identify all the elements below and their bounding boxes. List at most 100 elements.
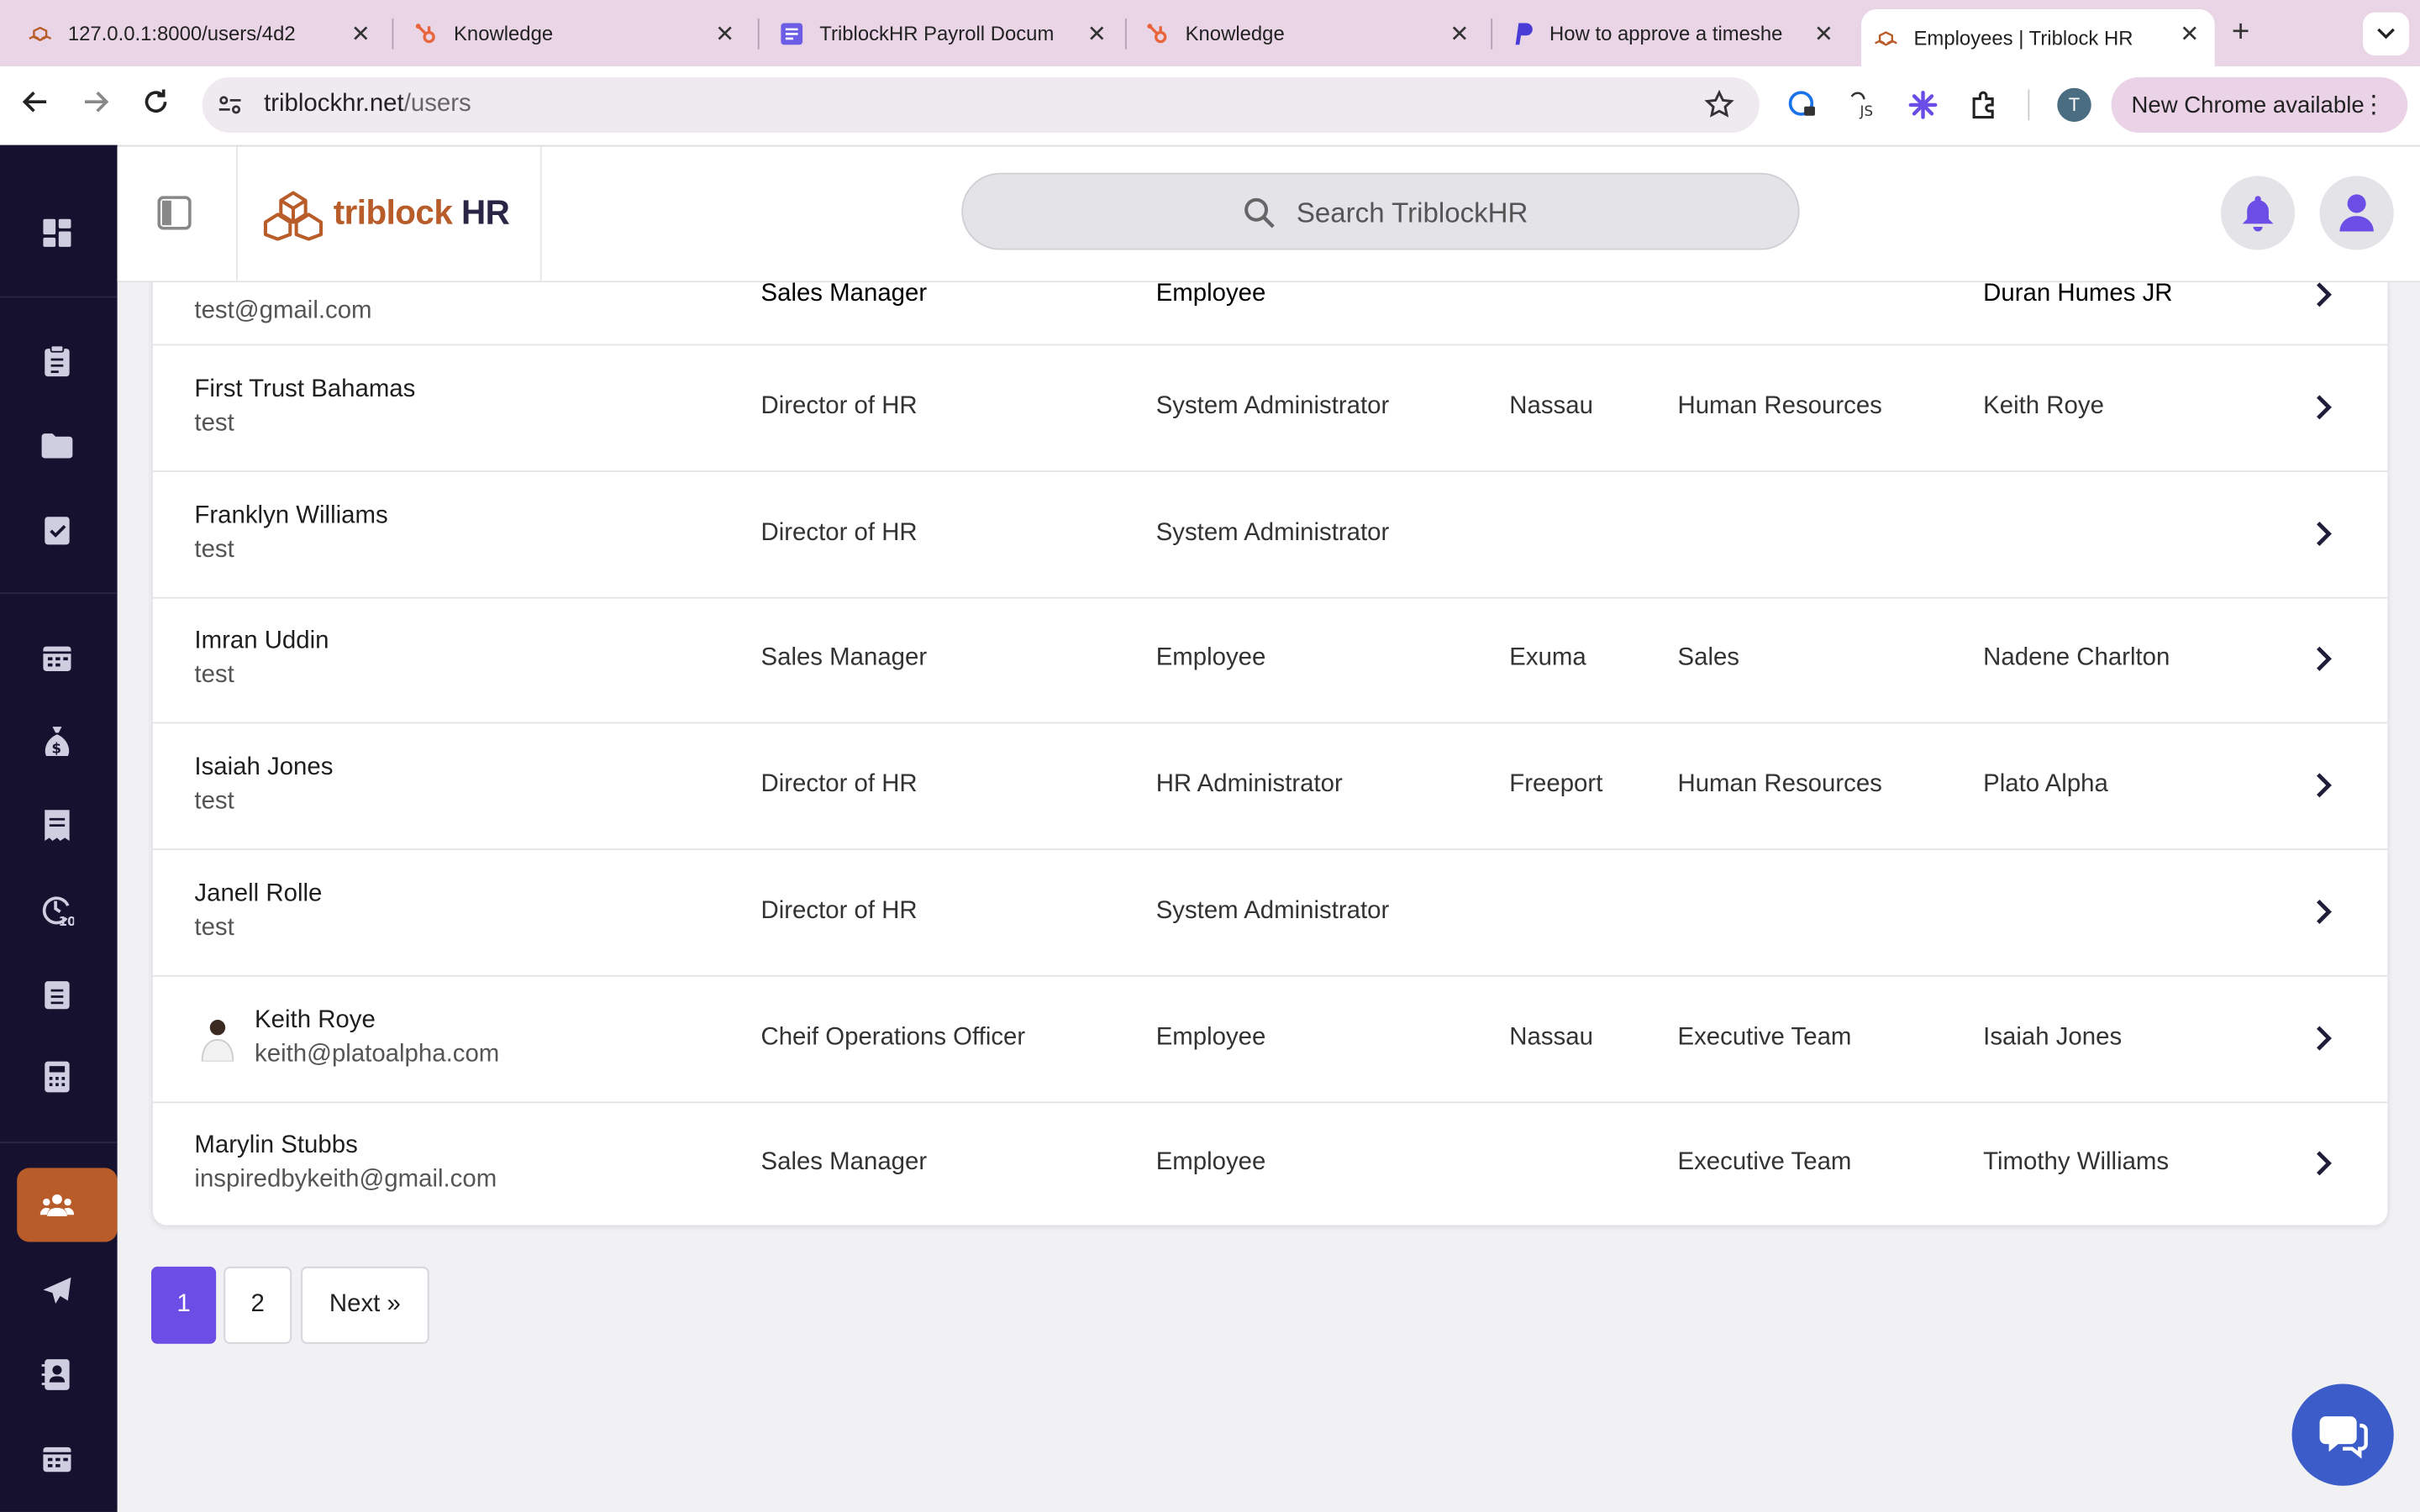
new-chrome-available-button[interactable]: New Chrome available ⋮ <box>2111 76 2408 133</box>
browser-tab[interactable]: Knowledge ✕ <box>413 0 750 66</box>
dashboard-icon[interactable] <box>40 216 74 249</box>
job-title: Sales Manager <box>760 644 928 671</box>
calculator-icon[interactable] <box>40 1060 74 1094</box>
table-row[interactable]: Janell Rolle test Director of HR System Adm… <box>152 850 2388 977</box>
folder-icon[interactable] <box>40 429 74 463</box>
user-role: System Administrator <box>1155 519 1390 547</box>
sidebar-divider <box>0 1142 118 1143</box>
close-tab-icon[interactable]: ✕ <box>1814 20 1833 48</box>
page-1-button[interactable]: 1 <box>150 1266 217 1344</box>
triblock-logo-icon <box>1874 25 1898 50</box>
job-title: Director of HR <box>760 771 918 798</box>
close-tab-icon[interactable]: ✕ <box>351 20 371 48</box>
asterisk-extension-icon[interactable] <box>1907 90 1939 121</box>
employee-name[interactable]: Franklyn Williams <box>194 503 387 531</box>
logo-wordmark: triblock HR <box>333 192 510 232</box>
browser-tab[interactable]: 127.0.0.1:8000/users/4d2 ✕ <box>28 0 386 66</box>
bookmark-star-icon[interactable] <box>1704 89 1735 129</box>
money-bag-icon[interactable]: $ <box>40 725 74 759</box>
url-text: triblockhr.net/users <box>264 91 471 118</box>
clipboard-check-icon[interactable] <box>40 512 74 546</box>
users-group-icon[interactable] <box>39 1188 75 1221</box>
employee-name[interactable]: Marylin Stubbs <box>194 1132 357 1160</box>
user-role: Employee <box>1155 1024 1266 1051</box>
employee-email: inspiredbykeith@gmail.com <box>194 1166 497 1193</box>
manager-name: Nadene Charlton <box>1983 644 2170 671</box>
employee-name[interactable]: Imran Uddin <box>194 628 329 656</box>
more-options-icon[interactable]: ⋮ <box>2361 90 2386 121</box>
next-page-button[interactable]: Next » <box>301 1266 429 1344</box>
notifications-button[interactable] <box>2221 176 2296 250</box>
table-row[interactable]: Keith Roye keith@platoalpha.com Cheif Oper… <box>152 977 2388 1104</box>
sidebar-toggle-button[interactable] <box>157 196 192 230</box>
plane-icon[interactable] <box>40 1274 74 1308</box>
triblock-hr-logo[interactable]: triblock HR <box>262 184 510 243</box>
table-row[interactable]: Imran Uddin test Sales Manager Employee Exum… <box>152 597 2388 724</box>
site-info-icon[interactable] <box>218 92 242 125</box>
employee-email: test <box>194 661 234 689</box>
bell-icon <box>2242 196 2274 232</box>
new-tab-button[interactable]: + <box>2232 15 2249 50</box>
browser-tab[interactable]: Knowledge ✕ <box>1145 0 1485 66</box>
chevron-right-icon[interactable] <box>2313 282 2335 307</box>
forward-button[interactable] <box>82 88 109 123</box>
lock-extension-icon[interactable] <box>1787 90 1818 121</box>
search-input[interactable]: Search TriblockHR <box>961 172 1800 250</box>
chat-bubble-icon <box>2319 1416 2368 1459</box>
chevron-right-icon[interactable] <box>2313 646 2335 671</box>
chat-widget-button[interactable] <box>2291 1383 2394 1486</box>
reload-button[interactable] <box>142 88 170 123</box>
employee-name[interactable]: Keith Roye <box>255 1007 376 1035</box>
back-button[interactable] <box>22 88 50 123</box>
calendar-alt-icon[interactable] <box>40 1441 74 1474</box>
js-extension-icon[interactable]: JS <box>1848 90 1879 121</box>
user-menu-button[interactable] <box>2319 176 2394 250</box>
table-row[interactable]: First Trust Bahamas test Director of HR Sys… <box>152 345 2388 473</box>
sidebar-divider <box>0 296 118 298</box>
manager-name: Plato Alpha <box>1983 771 2108 798</box>
tab-search-button[interactable] <box>2362 12 2410 56</box>
hubspot-icon <box>413 21 438 45</box>
table-row[interactable]: test@gmail.com Sales Manager Employee Du… <box>152 281 2388 346</box>
sidebar-divider <box>0 592 118 595</box>
department: Sales <box>1677 644 1740 671</box>
time-history-icon[interactable]: 10 <box>40 893 74 927</box>
chevron-right-icon[interactable] <box>2313 899 2335 925</box>
manager-name: Keith Roye <box>1983 393 2104 420</box>
address-bar[interactable]: triblockhr.net/users <box>202 76 1760 133</box>
user-role: System Administrator <box>1155 897 1390 925</box>
profile-avatar[interactable]: T <box>2057 87 2091 123</box>
receipt-icon[interactable] <box>40 808 74 842</box>
browser-tab[interactable]: TriblockHR Payroll Docum ✕ <box>780 0 1123 66</box>
close-tab-icon[interactable]: ✕ <box>1087 20 1107 48</box>
table-row[interactable]: Marylin Stubbs inspiredbykeith@gmail.com S… <box>153 1101 2388 1225</box>
chevron-right-icon[interactable] <box>2313 395 2335 420</box>
employee-name[interactable]: Isaiah Jones <box>194 754 333 782</box>
department: Executive Team <box>1677 1149 1852 1176</box>
extensions-puzzle-icon[interactable] <box>1970 90 2001 121</box>
contact-book-icon[interactable] <box>40 1357 74 1391</box>
table-row[interactable]: Franklyn Williams test Director of HR Syste… <box>152 472 2388 599</box>
tab-separator <box>1124 18 1127 50</box>
browser-toolbar: triblockhr.net/users JS T New Chrome ava… <box>0 66 2420 147</box>
employee-name[interactable]: First Trust Bahamas <box>194 376 415 404</box>
close-tab-icon[interactable]: ✕ <box>1449 20 1469 48</box>
chevron-right-icon[interactable] <box>2313 773 2335 798</box>
employee-name[interactable]: Janell Rolle <box>194 881 322 909</box>
close-tab-icon[interactable]: ✕ <box>2180 20 2199 48</box>
clipboard-icon[interactable] <box>40 344 74 378</box>
calendar-icon[interactable] <box>40 640 74 674</box>
header-divider <box>539 146 542 281</box>
close-tab-icon[interactable]: ✕ <box>715 20 734 48</box>
employee-email: test <box>194 915 234 942</box>
svg-text:JS: JS <box>1860 103 1874 119</box>
clipboard-list-icon[interactable] <box>40 977 74 1011</box>
browser-tab-active[interactable]: Employees | Triblock HR ✕ <box>1861 9 2215 66</box>
page-2-button[interactable]: 2 <box>224 1266 292 1344</box>
chevron-right-icon[interactable] <box>2313 1151 2335 1176</box>
chevron-right-icon[interactable] <box>2313 521 2335 547</box>
browser-tab[interactable]: How to approve a timeshe ✕ <box>1509 0 1849 66</box>
table-row[interactable]: Isaiah Jones test Director of HR HR Adminis… <box>152 723 2388 851</box>
chevron-right-icon[interactable] <box>2313 1026 2335 1051</box>
job-title: Sales Manager <box>760 281 928 307</box>
